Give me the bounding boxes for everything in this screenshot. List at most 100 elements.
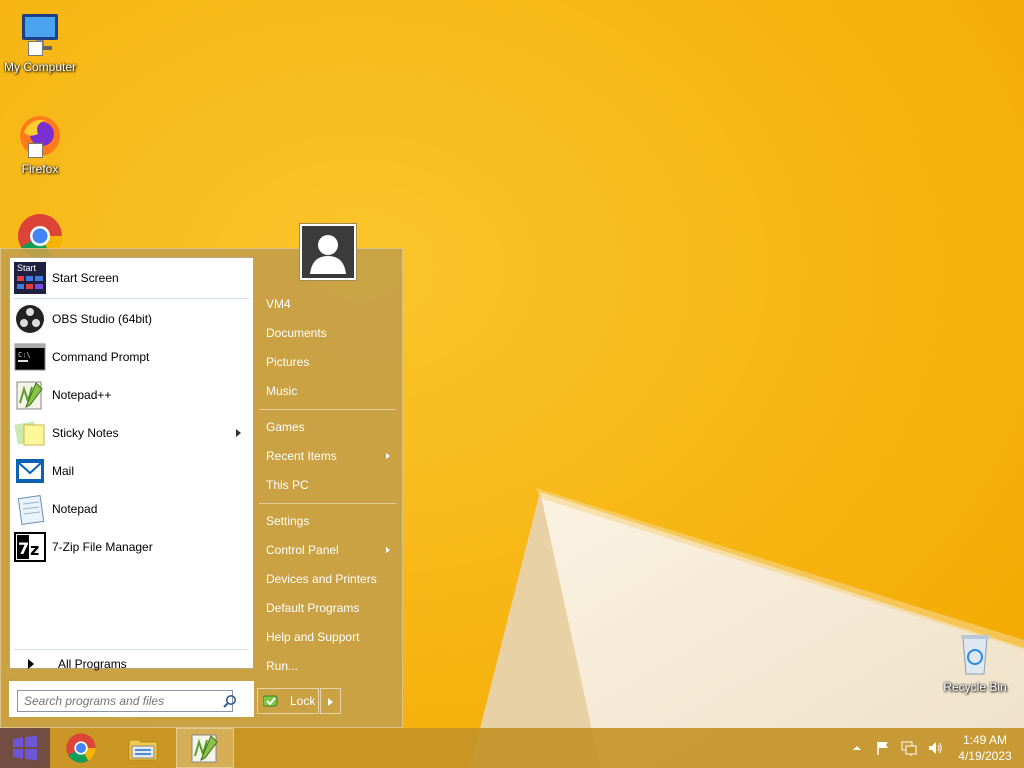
windows-logo-icon	[13, 735, 37, 761]
start-item-label: Notepad	[52, 502, 98, 516]
submenu-arrow-icon	[236, 429, 241, 437]
start-item-label: Sticky Notes	[52, 426, 119, 440]
triangle-right-icon	[28, 659, 34, 669]
taskbar-notepadpp[interactable]	[176, 728, 234, 768]
start-menu-separator	[14, 298, 249, 299]
search-input[interactable]	[17, 690, 233, 712]
place-control-panel[interactable]: Control Panel	[266, 539, 396, 561]
start-menu-separator	[14, 649, 249, 650]
clock-date: 4/19/2023	[958, 749, 1012, 763]
obs-icon	[14, 303, 46, 335]
place-label: Default Programs	[266, 601, 360, 615]
place-label: Documents	[266, 326, 327, 340]
place-label: Run...	[266, 659, 299, 673]
desktop-icon-label: My Computer	[3, 60, 77, 74]
submenu-arrow-icon	[386, 453, 390, 459]
notepadpp-icon	[191, 734, 218, 763]
place-label: Control Panel	[266, 543, 339, 557]
taskbar-chrome[interactable]	[52, 728, 110, 768]
all-programs-label: All Programs	[58, 657, 127, 671]
taskbar: 1:49 AM 4/19/2023	[0, 728, 1024, 768]
user-icon	[302, 226, 354, 278]
place-label: Recent Items	[266, 449, 337, 463]
network-icon[interactable]	[901, 740, 917, 756]
place-help-support[interactable]: Help and Support	[266, 626, 396, 648]
notepad-icon	[14, 493, 46, 525]
submenu-arrow-icon	[386, 547, 390, 553]
place-music[interactable]: Music	[266, 380, 396, 402]
lock-label: Lock	[290, 694, 316, 708]
desktop-icon-label: Firefox	[21, 162, 59, 176]
place-run[interactable]: Run...	[266, 655, 396, 677]
place-label: Games	[266, 420, 305, 434]
triangle-right-icon	[328, 698, 333, 706]
start-item-start-screen[interactable]: Start Start Screen	[14, 260, 249, 296]
shortcut-arrow-icon	[28, 143, 43, 158]
place-devices-printers[interactable]: Devices and Printers	[266, 568, 396, 590]
start-item-label: Command Prompt	[52, 350, 150, 364]
place-label: Help and Support	[266, 630, 360, 644]
search-icon[interactable]	[223, 694, 237, 708]
desktop-icon-label: Recycle Bin	[943, 680, 1007, 694]
action-center-flag-icon[interactable]	[875, 740, 891, 756]
place-settings[interactable]: Settings	[266, 510, 396, 532]
places-separator	[259, 503, 396, 504]
place-vm4[interactable]: VM4	[266, 293, 396, 315]
place-label: Devices and Printers	[266, 572, 377, 586]
place-games[interactable]: Games	[266, 416, 396, 438]
cmd-icon: C:\	[14, 341, 46, 373]
start-item-notepadpp[interactable]: Notepad++	[14, 377, 249, 413]
recycle-bin-icon	[951, 630, 999, 678]
place-label: Settings	[266, 514, 310, 528]
start-item-label: Mail	[52, 464, 75, 478]
system-tray: 1:49 AM 4/19/2023	[844, 728, 1024, 768]
desktop-icon-my-computer[interactable]: My Computer	[0, 10, 80, 74]
user-avatar[interactable]	[300, 224, 356, 280]
svg-text:7: 7	[18, 539, 29, 558]
svg-text:z: z	[30, 540, 39, 559]
start-button[interactable]	[0, 728, 50, 768]
all-programs-button[interactable]: All Programs	[14, 653, 249, 675]
clock-time: 1:49 AM	[962, 733, 1008, 747]
place-default-programs[interactable]: Default Programs	[266, 597, 396, 619]
start-item-notepad[interactable]: Notepad	[14, 491, 249, 527]
start-screen-icon: Start	[14, 262, 46, 294]
place-documents[interactable]: Documents	[266, 322, 396, 344]
place-label: VM4	[266, 297, 291, 311]
shortcut-arrow-icon	[28, 41, 43, 56]
firefox-icon	[16, 112, 64, 160]
place-recent-items[interactable]: Recent Items	[266, 445, 396, 467]
place-label: This PC	[266, 478, 309, 492]
place-pictures[interactable]: Pictures	[266, 351, 396, 373]
lock-button[interactable]: Lock	[257, 688, 319, 714]
show-hidden-icons-chevron-up-icon[interactable]	[849, 740, 865, 756]
search-box	[9, 681, 254, 717]
svg-text:C:\: C:\	[18, 351, 31, 359]
file-explorer-icon	[128, 739, 158, 761]
start-item-obs[interactable]: OBS Studio (64bit)	[14, 301, 249, 337]
volume-icon[interactable]	[927, 740, 943, 756]
mail-icon	[14, 455, 46, 487]
place-label: Pictures	[266, 355, 310, 369]
taskbar-file-explorer[interactable]	[114, 728, 172, 768]
start-tile-text: Start	[17, 263, 37, 273]
places-separator	[259, 409, 396, 410]
seven-zip-icon: 7z	[14, 531, 46, 563]
computer-icon	[16, 10, 64, 58]
lock-icon	[263, 695, 278, 707]
start-item-sticky-notes[interactable]: Sticky Notes	[14, 415, 249, 451]
place-label: Music	[266, 384, 298, 398]
place-this-pc[interactable]: This PC	[266, 474, 396, 496]
taskbar-clock[interactable]: 1:49 AM 4/19/2023	[954, 732, 1016, 764]
desktop-icon-recycle-bin[interactable]: Recycle Bin	[935, 630, 1015, 694]
start-item-label: OBS Studio (64bit)	[52, 312, 153, 326]
start-item-mail[interactable]: Mail	[14, 453, 249, 489]
start-item-7zip[interactable]: 7z 7-Zip File Manager	[14, 529, 249, 565]
start-item-label: 7-Zip File Manager	[52, 540, 153, 554]
shutdown-options-button[interactable]	[320, 688, 341, 714]
start-item-command-prompt[interactable]: C:\ Command Prompt	[14, 339, 249, 375]
start-item-label: Start Screen	[52, 271, 119, 285]
notepadpp-icon	[14, 379, 46, 411]
desktop-icon-firefox[interactable]: Firefox	[0, 112, 80, 176]
start-menu-programs-pane: Start Start Screen OBS Studio (64bit) C:…	[9, 257, 254, 671]
